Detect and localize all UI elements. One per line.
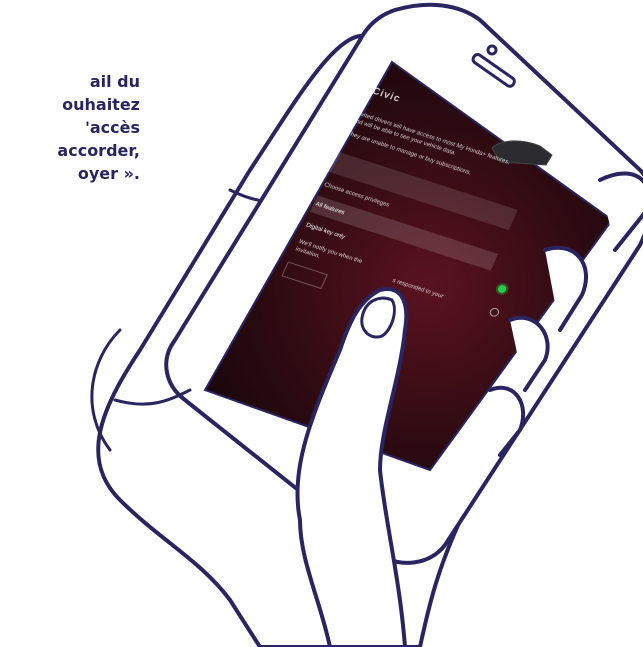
status-time: 11:22	[382, 38, 402, 51]
option-digital-key-only[interactable]: Digital key only	[305, 222, 347, 242]
secondary-field[interactable]	[281, 261, 328, 290]
responded-text: s responded to your	[391, 277, 445, 300]
screen-title: Invite a driver	[475, 93, 518, 114]
back-arrow-icon[interactable]: ←	[372, 54, 389, 71]
vehicle-model-name: Civic	[370, 85, 403, 105]
radio-unselected-icon[interactable]	[488, 306, 501, 318]
radio-selected-icon[interactable]	[496, 284, 508, 294]
